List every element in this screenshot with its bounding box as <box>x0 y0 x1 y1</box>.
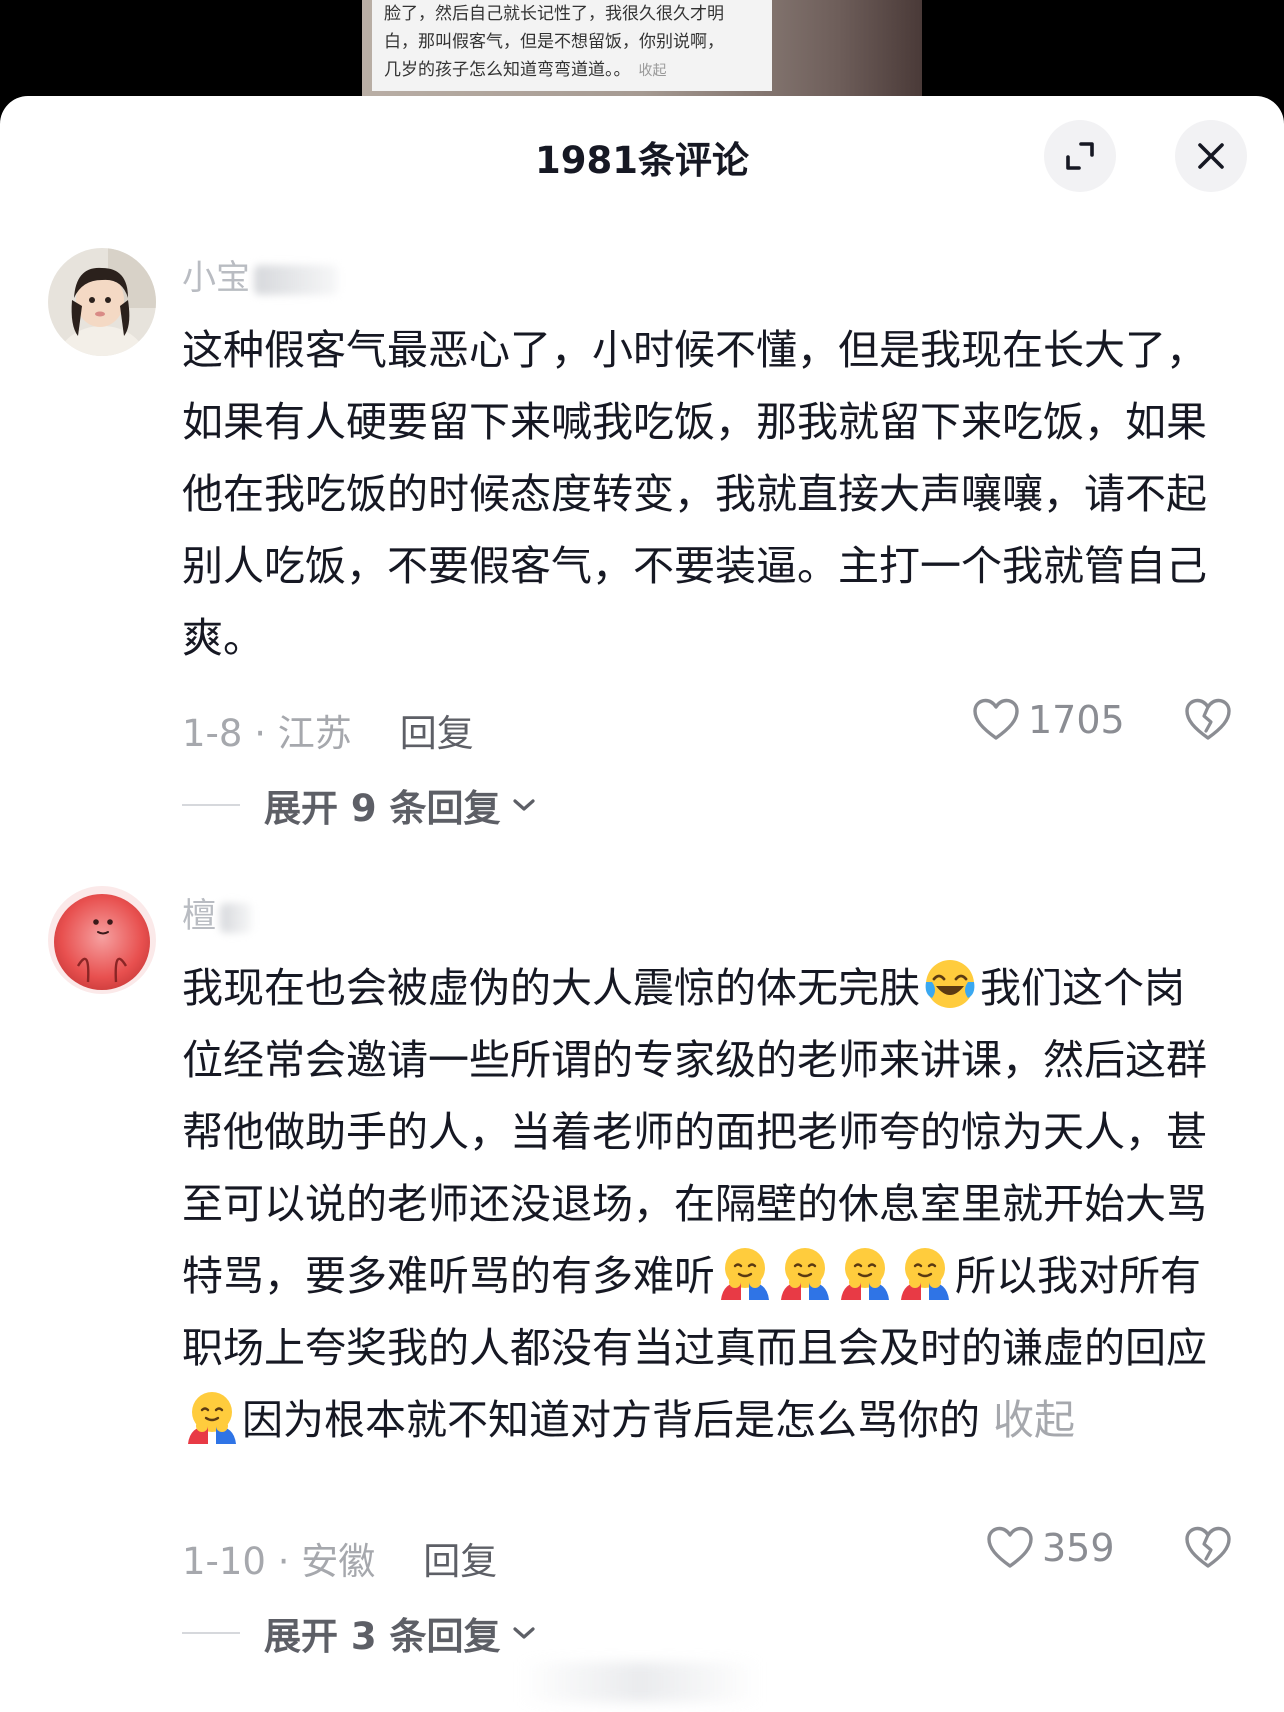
hugging-face-emoji-icon <box>841 1248 889 1300</box>
comment-item: 小宝 这种假客气最恶心了，小时候不懂，但是我现在长大了，如果有人硬要留下来喊我吃… <box>0 248 1284 868</box>
dislike-button[interactable] <box>1184 1526 1232 1574</box>
broken-heart-icon <box>1185 698 1231 740</box>
expand-replies-label: 展开 3 条回复 <box>264 1615 501 1658</box>
hugging-face-emoji-icon <box>781 1248 829 1300</box>
laughing-tears-emoji-icon <box>925 960 975 1008</box>
expand-icon <box>1066 142 1094 170</box>
collapse-link[interactable]: 收起 <box>993 1396 1075 1444</box>
broken-heart-icon <box>1185 1526 1231 1568</box>
heart-icon <box>987 1526 1033 1568</box>
comment-sheet: 1981条评论 小宝 这种假客气最恶心了，小时候不懂，但是我现在长大了，如果有人… <box>0 96 1284 1712</box>
chevron-down-icon <box>512 799 535 811</box>
watermark-blur <box>520 1662 760 1702</box>
chevron-down-icon <box>512 1627 535 1639</box>
username[interactable]: 檀 <box>182 888 252 937</box>
video-caption: 脸了，然后自己就长记性了，我很久很久才明 白，那叫假客气，但是不想留饭，你别说啊… <box>372 0 772 91</box>
caption-fold-link[interactable]: 收起 <box>639 63 667 79</box>
video-thumbnail: 脸了，然后自己就长记性了，我很久很久才明 白，那叫假客气，但是不想留饭，你别说啊… <box>362 0 922 96</box>
caption-line: 白，那叫假客气，但是不想留饭，你别说啊， <box>384 32 724 52</box>
comment-item: 檀 我现在也会被虚伪的大人震惊的体无完肤 我们这个岗位经常会邀请一些所谓的专家级… <box>0 886 1284 1712</box>
close-button[interactable] <box>1175 120 1247 192</box>
close-icon <box>1198 143 1224 169</box>
like-button[interactable]: 359 <box>986 1526 1115 1570</box>
like-button[interactable]: 1705 <box>972 698 1125 742</box>
reply-button[interactable]: 回复 <box>423 1540 497 1583</box>
sheet-header: 1981条评论 <box>0 96 1284 216</box>
comment-meta: 1-8 · 江苏 回复 <box>182 703 474 757</box>
hugging-face-emoji-icon <box>188 1392 236 1444</box>
comment-date-location: 1-10 · 安徽 <box>182 1540 376 1583</box>
expand-replies-button[interactable]: 展开 3 条回复 <box>182 1606 537 1660</box>
reply-button[interactable]: 回复 <box>400 712 474 755</box>
divider-line <box>182 1632 240 1634</box>
comment-meta: 1-10 · 安徽 回复 <box>182 1531 497 1585</box>
hugging-face-emoji-icon <box>721 1248 769 1300</box>
like-count: 359 <box>1042 1526 1115 1570</box>
avatar[interactable] <box>48 886 156 994</box>
like-count: 1705 <box>1028 698 1125 742</box>
expand-replies-label: 展开 9 条回复 <box>264 787 501 830</box>
caption-line: 脸了，然后自己就长记性了，我很久很久才明 <box>384 4 724 24</box>
dislike-button[interactable] <box>1184 698 1232 746</box>
avatar[interactable] <box>48 248 156 356</box>
caption-line: 几岁的孩子怎么知道弯弯道道。。 收起 <box>384 60 667 80</box>
expand-button[interactable] <box>1044 120 1116 192</box>
comment-text: 我现在也会被虚伪的大人震惊的体无完肤 我们这个岗位经常会邀请一些所谓的专家级的老… <box>182 952 1222 1456</box>
comment-date-location: 1-8 · 江苏 <box>182 712 352 755</box>
heart-icon <box>973 698 1019 740</box>
username[interactable]: 小宝 <box>182 250 338 299</box>
comment-text: 这种假客气最恶心了，小时候不懂，但是我现在长大了，如果有人硬要留下来喊我吃饭，那… <box>182 326 1207 662</box>
hugging-face-emoji-icon <box>901 1248 949 1300</box>
divider-line <box>182 804 240 806</box>
expand-replies-button[interactable]: 展开 9 条回复 <box>182 778 537 832</box>
